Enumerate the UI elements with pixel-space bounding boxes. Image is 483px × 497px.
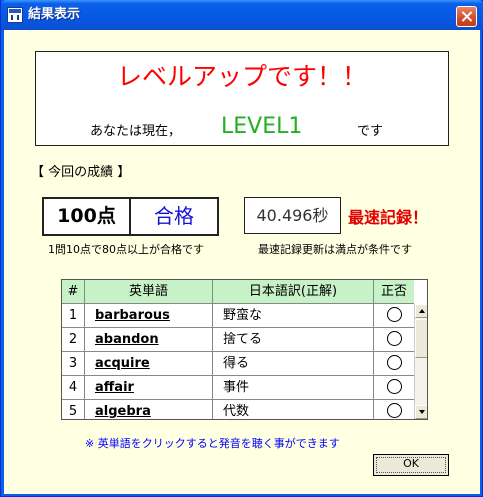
scroll-up-button[interactable] xyxy=(415,304,427,318)
results-section-label: 【 今回の成績 】 xyxy=(31,165,131,180)
english-word-link[interactable]: affair xyxy=(95,380,134,395)
english-word-link[interactable]: algebra xyxy=(95,404,151,419)
row-num: 1 xyxy=(62,304,85,327)
fastest-record-label: 最速記録！ xyxy=(348,208,429,227)
arrow-down-icon xyxy=(419,410,425,414)
table-row: 4 affair 事件 xyxy=(62,376,414,400)
row-num: 2 xyxy=(62,328,85,351)
correct-circle-icon xyxy=(386,403,402,418)
japanese-translation: 代数 xyxy=(213,400,374,419)
table-scrollbar[interactable] xyxy=(414,304,427,419)
correct-circle-icon xyxy=(386,355,402,370)
current-level-prefix: あなたは現在， xyxy=(90,124,182,139)
english-word-cell: algebra xyxy=(85,400,213,419)
level-up-headline: レベルアップです！！ xyxy=(116,62,367,91)
result-window: 結果表示 レベルアップです！！ あなたは現在， LEVEL1 です 【 今回の成… xyxy=(0,0,483,497)
dialog-body: レベルアップです！！ あなたは現在， LEVEL1 です 【 今回の成績 】 1… xyxy=(4,30,480,494)
level-banner: レベルアップです！！ あなたは現在， LEVEL1 です xyxy=(35,51,449,146)
table-row: 1 barbarous 野蛮な xyxy=(62,304,414,328)
table-header-row: # 英単語 日本語訳(正解) 正否 xyxy=(62,280,414,304)
app-window-icon xyxy=(7,7,23,23)
score-box: 100点 合格 xyxy=(42,197,219,236)
word-results-table: # 英単語 日本語訳(正解) 正否 1 barbarous 野蛮な 2 aban… xyxy=(61,279,428,420)
correct-circle-icon xyxy=(386,307,402,322)
table-row: 2 abandon 捨てる xyxy=(62,328,414,352)
scrollbar-thumb[interactable] xyxy=(415,319,427,358)
correct-circle-icon xyxy=(386,331,402,346)
header-num: # xyxy=(62,280,85,303)
ok-focus-rect xyxy=(376,457,446,473)
elapsed-time: 40.496秒 xyxy=(244,197,341,234)
row-num: 4 xyxy=(62,376,85,399)
title-bar[interactable]: 結果表示 xyxy=(1,0,483,30)
english-word-cell: acquire xyxy=(85,352,213,375)
row-num: 3 xyxy=(62,352,85,375)
window-title: 結果表示 xyxy=(28,7,81,22)
table-row: 5 algebra 代数 xyxy=(62,400,414,419)
correct-mark xyxy=(374,328,414,351)
table-row: 3 acquire 得る xyxy=(62,352,414,376)
row-num: 5 xyxy=(62,400,85,419)
header-correct: 正否 xyxy=(380,284,407,299)
correct-circle-icon xyxy=(386,379,402,394)
japanese-translation: 捨てる xyxy=(213,328,374,351)
close-button[interactable] xyxy=(456,6,477,27)
current-level-suffix: です xyxy=(357,124,384,139)
correct-mark xyxy=(374,304,414,327)
current-level: LEVEL1 xyxy=(221,114,303,139)
correct-mark xyxy=(374,352,414,375)
header-english: 英単語 xyxy=(85,280,213,303)
japanese-translation: 得る xyxy=(213,352,374,375)
english-word-cell: affair xyxy=(85,376,213,399)
header-japanese: 日本語訳(正解) xyxy=(213,280,374,303)
score-note: 1問10点で80点以上が合格です xyxy=(48,243,204,256)
japanese-translation: 野蛮な xyxy=(213,304,374,327)
ok-button[interactable]: OK xyxy=(373,454,449,476)
english-word-link[interactable]: abandon xyxy=(95,332,159,347)
english-word-cell: abandon xyxy=(85,328,213,351)
arrow-up-icon xyxy=(419,309,425,313)
score-value: 100点 xyxy=(44,199,131,234)
correct-mark xyxy=(374,400,414,419)
correct-mark xyxy=(374,376,414,399)
english-word-cell: barbarous xyxy=(85,304,213,327)
pass-status: 合格 xyxy=(154,204,194,228)
english-word-link[interactable]: acquire xyxy=(95,356,150,371)
japanese-translation: 事件 xyxy=(213,376,374,399)
pronunciation-hint: ※ 英単語をクリックすると発音を聴く事ができます xyxy=(85,437,340,450)
scroll-down-button[interactable] xyxy=(415,405,427,419)
record-note: 最速記録更新は満点が条件です xyxy=(258,243,412,256)
english-word-link[interactable]: barbarous xyxy=(95,308,170,323)
